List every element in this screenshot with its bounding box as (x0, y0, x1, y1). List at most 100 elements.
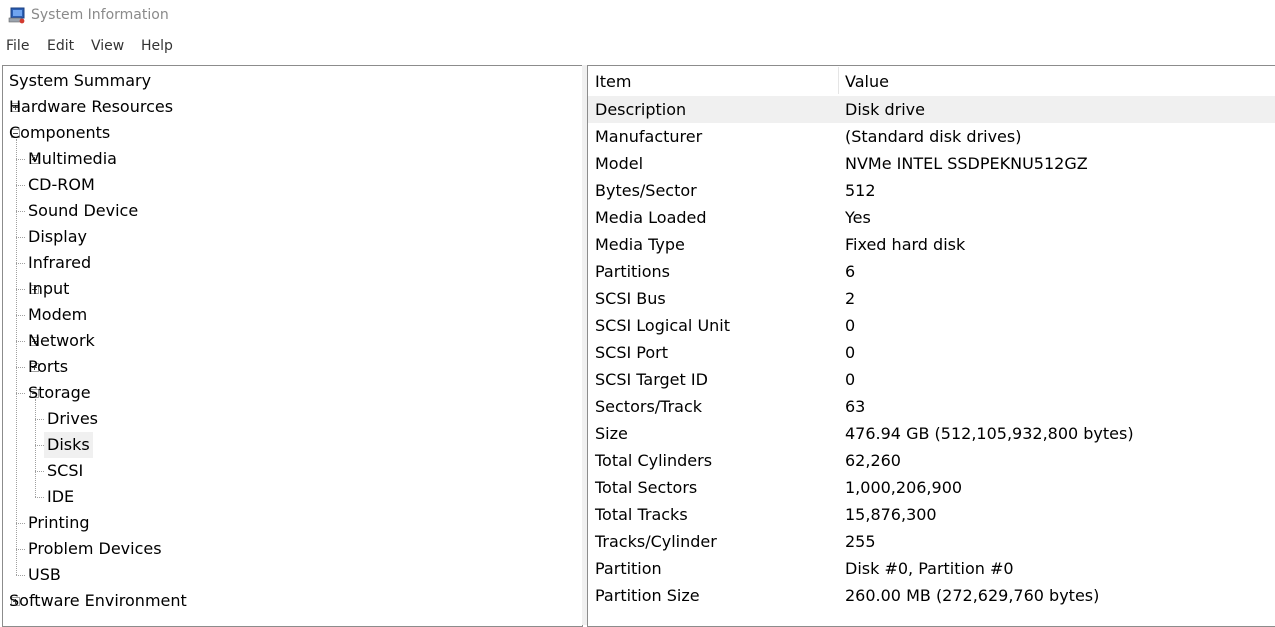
tree-item-label: Sound Device (28, 201, 139, 220)
cell-item: Size (595, 424, 628, 443)
cell-value: 0 (845, 316, 856, 335)
tree-connector (35, 445, 44, 446)
tree-connector (35, 419, 44, 420)
cell-value: NVMe INTEL SSDPEKNU512GZ (845, 154, 1088, 173)
tree-connector (16, 185, 25, 186)
table-row[interactable]: Total Tracks 15,876,300 (588, 501, 1275, 528)
menu-view[interactable]: View (91, 38, 124, 54)
cell-item: Bytes/Sector (595, 181, 697, 200)
table-row[interactable]: SCSI Bus 2 (588, 285, 1275, 312)
tree-item-label: Infrared (28, 253, 92, 272)
cell-item: SCSI Port (595, 343, 669, 362)
menu-help[interactable]: Help (141, 38, 173, 54)
cell-value: 63 (845, 397, 866, 416)
table-row[interactable]: Description Disk drive (588, 96, 1275, 123)
cell-value: 1,000,206,900 (845, 478, 963, 497)
tree-item-problem-devices[interactable]: Problem Devices (3, 536, 582, 562)
tree-item-ide[interactable]: IDE (3, 484, 582, 510)
cell-item: Partition Size (595, 586, 700, 605)
menu-bar: File Edit View Help (0, 32, 1275, 60)
cell-value: 0 (845, 343, 856, 362)
tree-item-storage[interactable]: Storage (3, 380, 582, 406)
table-row[interactable]: Tracks/Cylinder 255 (588, 528, 1275, 555)
table-row[interactable]: Partition Disk #0, Partition #0 (588, 555, 1275, 582)
tree-connector (16, 263, 25, 264)
table-row[interactable]: Manufacturer (Standard disk drives) (588, 123, 1275, 150)
tree-item-display[interactable]: Display (3, 224, 582, 250)
table-row[interactable]: SCSI Target ID 0 (588, 366, 1275, 393)
tree-connector (35, 497, 44, 498)
tree-item-infrared[interactable]: Infrared (3, 250, 582, 276)
table-row[interactable]: Sectors/Track 63 (588, 393, 1275, 420)
title-bar[interactable]: System Information (0, 0, 1275, 32)
tree-item-disks[interactable]: Disks (3, 432, 582, 458)
tree-item-label: Software Environment (9, 591, 187, 610)
tree-item-hardware-resources[interactable]: Hardware Resources (3, 94, 582, 120)
cell-value: 476.94 GB (512,105,932,800 bytes) (845, 424, 1134, 443)
tree-connector (16, 341, 25, 342)
column-header-item[interactable]: Item (588, 66, 838, 95)
system-information-icon (8, 7, 25, 24)
tree-connector (16, 393, 25, 394)
tree-item-label: Display (28, 227, 87, 246)
cell-item: Total Tracks (595, 505, 688, 524)
cell-value: Disk #0, Partition #0 (845, 559, 1014, 578)
table-row[interactable]: Model NVMe INTEL SSDPEKNU512GZ (588, 150, 1275, 177)
tree-item-cd-rom[interactable]: CD-ROM (3, 172, 582, 198)
tree-item-label: SCSI (47, 461, 84, 480)
cell-item: Manufacturer (595, 127, 703, 146)
table-row[interactable]: Media Loaded Yes (588, 204, 1275, 231)
tree-item-scsi[interactable]: SCSI (3, 458, 582, 484)
tree-item-label: Modem (28, 305, 88, 324)
cell-item: Media Loaded (595, 208, 707, 227)
cell-item: SCSI Target ID (595, 370, 708, 389)
tree-item-label: IDE (47, 487, 75, 506)
tree-item-label: Multimedia (28, 149, 117, 168)
column-header-value[interactable]: Value (838, 66, 1275, 95)
tree-item-label: Hardware Resources (9, 97, 174, 116)
table-row[interactable]: Bytes/Sector 512 (588, 177, 1275, 204)
tree-item-system-summary[interactable]: System Summary (3, 68, 582, 94)
menu-file[interactable]: File (6, 38, 29, 54)
cell-item: Partition (595, 559, 662, 578)
tree-item-sound-device[interactable]: Sound Device (3, 198, 582, 224)
tree-item-multimedia[interactable]: Multimedia (3, 146, 582, 172)
cell-item: Sectors/Track (595, 397, 703, 416)
table-row[interactable]: Total Sectors 1,000,206,900 (588, 474, 1275, 501)
tree-item-input[interactable]: Input (3, 276, 582, 302)
cell-value: 15,876,300 (845, 505, 937, 524)
tree-item-software-environment[interactable]: Software Environment (3, 588, 582, 614)
tree-connector (16, 289, 25, 290)
tree-item-label: Drives (47, 409, 98, 428)
table-row[interactable]: Media Type Fixed hard disk (588, 231, 1275, 258)
cell-value: 62,260 (845, 451, 901, 470)
table-row[interactable]: Total Cylinders 62,260 (588, 447, 1275, 474)
table-row[interactable]: SCSI Logical Unit 0 (588, 312, 1275, 339)
tree-item-ports[interactable]: Ports (3, 354, 582, 380)
tree-item-printing[interactable]: Printing (3, 510, 582, 536)
details-table[interactable]: Item Value Description Disk drive Manufact… (587, 65, 1275, 627)
tree-connector (16, 367, 25, 368)
tree-item-components[interactable]: Components (3, 120, 582, 146)
table-row[interactable]: Size 476.94 GB (512,105,932,800 bytes) (588, 420, 1275, 447)
cell-item: Tracks/Cylinder (595, 532, 717, 551)
tree-item-label: CD-ROM (28, 175, 95, 194)
tree-item-modem[interactable]: Modem (3, 302, 582, 328)
tree-item-label: Ports (28, 357, 69, 376)
tree-connector (35, 399, 36, 497)
tree-connector (16, 575, 25, 576)
table-row[interactable]: Partition Size 260.00 MB (272,629,760 byt… (588, 582, 1275, 609)
tree-connector (16, 237, 25, 238)
tree-item-drives[interactable]: Drives (3, 406, 582, 432)
tree-item-usb[interactable]: USB (3, 562, 582, 588)
window-title: System Information (31, 7, 169, 23)
tree-item-network[interactable]: Network (3, 328, 582, 354)
category-tree[interactable]: System Summary Hardware Resources Componen… (2, 65, 583, 627)
cell-value: Disk drive (845, 100, 925, 119)
table-row[interactable]: SCSI Port 0 (588, 339, 1275, 366)
table-row[interactable]: Partitions 6 (588, 258, 1275, 285)
tree-connector (16, 159, 25, 160)
cell-value: 260.00 MB (272,629,760 bytes) (845, 586, 1100, 605)
menu-edit[interactable]: Edit (47, 38, 74, 54)
tree-item-label: Components (9, 123, 111, 142)
